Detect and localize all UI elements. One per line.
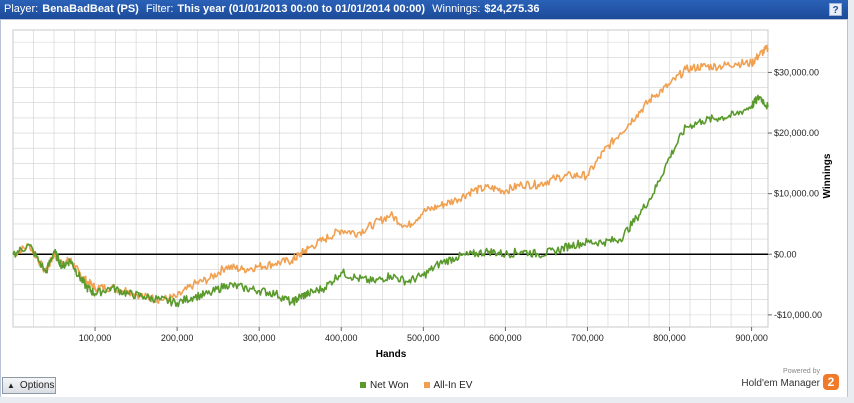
x-axis-title: Hands <box>376 349 407 360</box>
powered-by-text: Powered by <box>783 368 820 375</box>
legend-swatch-all-in-ev <box>423 382 430 389</box>
y-tick-label: $30,000.00 <box>774 67 819 77</box>
x-tick-label: 400,000 <box>325 333 358 343</box>
y-tick-label: $20,000.00 <box>774 128 819 138</box>
legend-label-all-in-ev: All-In EV <box>433 380 473 391</box>
x-tick-label: 100,000 <box>79 333 112 343</box>
x-tick-label: 500,000 <box>407 333 440 343</box>
legend: Net Won All-In EV <box>360 380 484 391</box>
x-tick-label: 700,000 <box>571 333 604 343</box>
legend-label-net-won: Net Won <box>370 380 409 391</box>
winnings-chart: 100,000 200,000 300,000 400,000 500,000 600,0… <box>12 29 833 360</box>
y-tick-label: $0.00 <box>774 249 797 259</box>
y-tick-label: $10,000.00 <box>774 189 819 199</box>
options-label: Options <box>19 380 55 391</box>
brand-name: Hold'em Manager <box>741 378 820 389</box>
x-tick-label: 900,000 <box>735 333 768 343</box>
x-tick-label: 800,000 <box>653 333 686 343</box>
x-tick-label: 200,000 <box>161 333 194 343</box>
legend-item-net-won[interactable]: Net Won <box>360 380 409 391</box>
x-tick-label: 600,000 <box>489 333 522 343</box>
options-button[interactable]: ▲ Options <box>2 377 56 394</box>
y-axis-title: Winnings <box>822 153 833 198</box>
y-tick-label: -$10,000.00 <box>774 310 822 320</box>
hem-logo-icon: 2 <box>823 374 839 390</box>
legend-swatch-net-won <box>360 382 366 389</box>
x-tick-label: 300,000 <box>243 333 276 343</box>
legend-item-all-in-ev[interactable]: All-In EV <box>423 380 473 391</box>
grid-lines <box>12 29 769 328</box>
triangle-up-icon: ▲ <box>7 381 15 390</box>
